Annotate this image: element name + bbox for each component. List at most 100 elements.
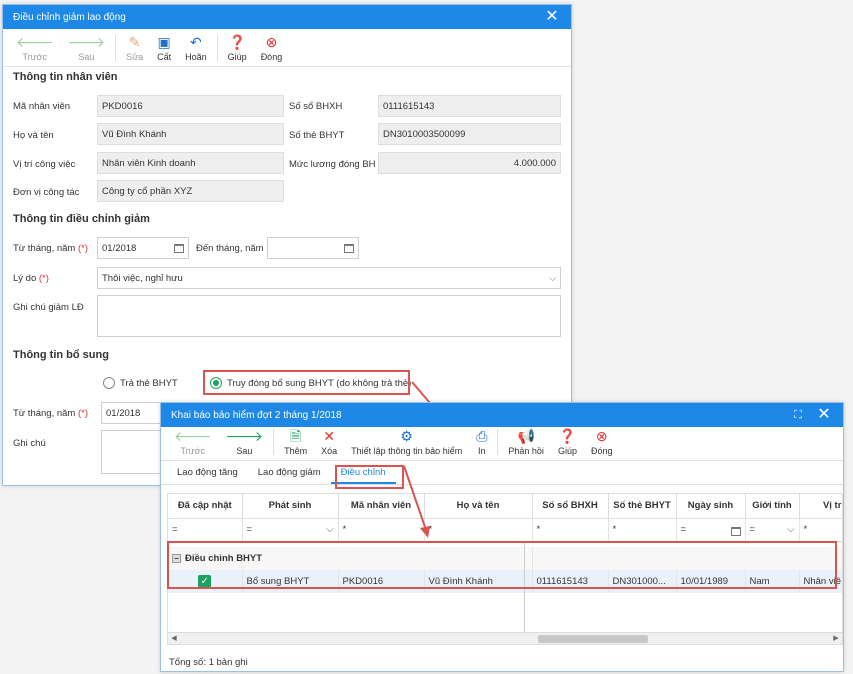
delete-button[interactable]: ✕ Xóa: [314, 428, 344, 460]
unit-field: Công ty cổ phần XYZ: [97, 180, 284, 202]
arrow-left-icon: 🡐: [174, 428, 212, 444]
note-textarea[interactable]: [101, 430, 161, 474]
radio-circle: [103, 377, 115, 389]
arrow-connector: [403, 465, 430, 538]
col-position[interactable]: Vị trí: [799, 494, 842, 519]
next-button[interactable]: 🡒 Sau: [61, 34, 113, 66]
note-decrease-label: Ghi chú giảm LĐ: [13, 302, 84, 313]
calendar-icon: [730, 526, 741, 536]
filter-cell[interactable]: = ⌵: [242, 518, 339, 542]
close-circle-icon: ⊗: [595, 428, 608, 444]
header-row: Đã cập nhật Phát sinh Mã nhân viên Họ và…: [168, 494, 842, 519]
scroll-thumb[interactable]: [538, 635, 648, 643]
toolbar: 🡐 Trước 🡒 Sau ✎ Sửa ▣ Cất ↶ Hoãn ❓ Giúp ⊗ Đóng: [3, 29, 571, 67]
arrow-left-icon: 🡐: [16, 34, 54, 50]
calendar-icon[interactable]: [344, 243, 354, 253]
undo-button[interactable]: ↶ Hoãn: [178, 34, 214, 66]
edit-icon: ✎: [128, 34, 141, 50]
tab-labor-increase[interactable]: Lao động tăng: [167, 462, 248, 484]
add-button[interactable]: 🗎 Thêm: [277, 428, 314, 460]
prev-button[interactable]: 🡐 Trước: [167, 428, 219, 460]
filter-cell[interactable]: = ⌵: [745, 518, 800, 542]
horizontal-scrollbar[interactable]: ◀ ▶: [168, 632, 842, 644]
scroll-right-icon[interactable]: ▶: [830, 633, 842, 644]
filter-cell[interactable]: =: [168, 518, 243, 542]
help-button[interactable]: ❓ Giúp: [221, 34, 254, 66]
return-card-radio[interactable]: Trả thẻ BHYT: [103, 377, 178, 389]
arrow-right-icon: 🡒: [225, 428, 264, 444]
save-button[interactable]: ▣ Cất: [150, 34, 178, 66]
tab-bar: Lao động tăng Lao động giảm Điều chỉnh: [161, 461, 843, 485]
reason-select[interactable]: Thôi việc, nghỉ hưu ⌵: [97, 267, 561, 289]
full-name-label: Họ và tên: [13, 130, 54, 141]
toolbar-divider: [216, 35, 218, 61]
note-decrease-textarea[interactable]: [97, 295, 561, 337]
edit-button[interactable]: ✎ Sửa: [119, 34, 150, 66]
help-button[interactable]: ❓ Giúp: [551, 428, 584, 460]
filter-cell[interactable]: =: [676, 518, 746, 542]
add-file-icon: 🗎: [289, 428, 302, 444]
prev-button[interactable]: 🡐 Trước: [9, 34, 61, 66]
dialog-titlebar: Khai báo bảo hiểm đợt 2 tháng 1/2018 ⛶ ✕: [161, 403, 843, 427]
close-button[interactable]: ⊗ Đóng: [254, 34, 290, 66]
section-extra: Thông tin bổ sung: [13, 349, 109, 361]
toolbar-divider: [115, 35, 117, 61]
megaphone-icon: 📢: [517, 428, 535, 444]
dialog-title: Điều chỉnh giảm lao động: [13, 11, 126, 23]
chevron-down-icon: ⌵: [326, 524, 334, 535]
close-icon[interactable]: ✕: [543, 8, 561, 26]
insurance-setup-button[interactable]: ⚙ Thiết lập thông tin bảo hiểm: [344, 428, 469, 460]
note-label: Ghi chú: [13, 438, 46, 449]
print-button[interactable]: ⎙ In: [469, 428, 494, 460]
unit-label: Đơn vị công tác: [13, 187, 80, 198]
toolbar-divider: [273, 429, 275, 455]
reason-label: Lý do (*): [13, 273, 49, 284]
help-icon: ❓: [228, 34, 246, 50]
undo-icon: ↶: [190, 34, 202, 50]
from-month-label: Từ tháng, năm (*): [13, 243, 89, 254]
maximize-icon[interactable]: ⛶: [789, 406, 807, 424]
bhxh-field: 0111615143: [378, 95, 561, 117]
from-month-input[interactable]: 01/2018: [97, 237, 189, 259]
close-circle-icon: ⊗: [265, 34, 278, 50]
insurance-declaration-dialog: Khai báo bảo hiểm đợt 2 tháng 1/2018 ⛶ ✕…: [160, 402, 844, 672]
position-field: Nhân viên Kinh doanh: [97, 152, 284, 174]
filter-cell[interactable]: *: [424, 518, 533, 542]
salary-field: 4.000.000: [378, 152, 561, 174]
col-gender[interactable]: Giới tính: [745, 494, 800, 519]
filter-cell[interactable]: *: [532, 518, 609, 542]
feedback-button[interactable]: 📢 Phản hồi: [501, 428, 551, 460]
col-bhxh[interactable]: Số sổ BHXH: [532, 494, 609, 519]
arrow-right-icon: 🡒: [67, 34, 106, 50]
next-button[interactable]: 🡒 Sau: [219, 428, 271, 460]
from-month2-input[interactable]: 01/2018: [101, 402, 161, 424]
employee-code-field: PKD0016: [97, 95, 284, 117]
highlight-box: [335, 465, 404, 489]
filter-cell[interactable]: *: [799, 518, 842, 542]
record-count: Tổng số: 1 bản ghi: [169, 657, 248, 668]
employee-code-label: Mã nhân viên: [13, 101, 71, 112]
bhyt-field: DN3010003500099: [378, 123, 561, 145]
highlight-box: [203, 370, 410, 395]
bhxh-label: Số sổ BHXH: [289, 101, 343, 112]
filter-cell[interactable]: *: [608, 518, 677, 542]
toolbar-divider: [497, 429, 499, 455]
full-name-field: Vũ Đình Khánh: [97, 123, 284, 145]
col-dob[interactable]: Ngày sinh: [676, 494, 746, 519]
tab-labor-decrease[interactable]: Lao động giảm: [248, 462, 331, 484]
filter-row: = = ⌵ * * * * = = ⌵ *: [168, 518, 842, 542]
calendar-icon[interactable]: [174, 243, 184, 253]
to-month-label: Đến tháng, năm: [196, 243, 264, 254]
close-button[interactable]: ⊗ Đóng: [584, 428, 620, 460]
section-employee: Thông tin nhân viên: [13, 71, 118, 83]
col-occurrence[interactable]: Phát sinh: [242, 494, 339, 519]
close-icon[interactable]: ✕: [815, 406, 833, 424]
section-adjust: Thông tin điều chỉnh giảm: [13, 213, 150, 225]
col-bhyt[interactable]: Số thẻ BHYT: [608, 494, 677, 519]
scroll-left-icon[interactable]: ◀: [168, 633, 180, 644]
col-updated[interactable]: Đã cập nhật: [168, 494, 243, 519]
chevron-down-icon: ⌵: [787, 524, 795, 535]
help-icon: ❓: [558, 428, 577, 444]
col-full-name[interactable]: Họ và tên: [424, 494, 533, 519]
to-month-input[interactable]: [267, 237, 359, 259]
